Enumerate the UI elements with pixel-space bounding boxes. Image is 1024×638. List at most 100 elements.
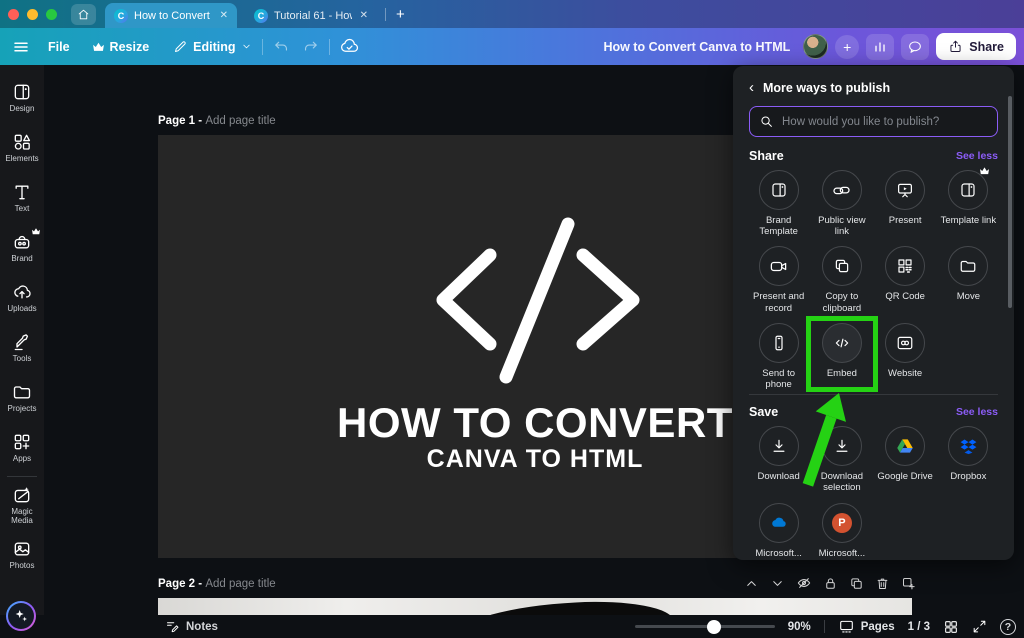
sidebar-item-design[interactable]: Design: [0, 73, 44, 123]
sidebar-item-brand[interactable]: Brand: [0, 223, 44, 273]
publish-search-input[interactable]: [782, 116, 988, 128]
home-icon: [77, 8, 90, 21]
main-menu-button[interactable]: [12, 38, 30, 56]
save-option-download-selection[interactable]: Download selection: [812, 426, 871, 493]
publish-option-brand-template[interactable]: Brand Template: [749, 170, 808, 237]
sidebar-item-magic-media[interactable]: Magic Media: [0, 480, 44, 530]
back-chevron-icon[interactable]: ‹: [749, 80, 754, 95]
publish-option-copy-to-clipboard[interactable]: Copy to clipboard: [812, 246, 871, 313]
lock-page-icon[interactable]: [823, 576, 838, 591]
design-icon: [12, 82, 32, 102]
save-option-download[interactable]: Download: [749, 426, 808, 493]
page2-title-placeholder[interactable]: Add page title: [205, 578, 275, 590]
embed-code-icon: [833, 334, 851, 352]
undo-button[interactable]: [273, 38, 290, 55]
powerpoint-icon: P: [832, 513, 852, 533]
delete-page-icon[interactable]: [875, 576, 890, 591]
move-page-down-icon[interactable]: [770, 576, 785, 591]
zoom-slider[interactable]: [635, 620, 775, 634]
brand-icon: [12, 232, 32, 252]
publish-option-present-and-record[interactable]: Present and record: [749, 246, 808, 313]
close-tab-icon[interactable]: ✕: [358, 10, 368, 21]
share-export-icon: [948, 39, 963, 54]
apps-grid-icon: [12, 432, 32, 452]
minimize-window-button[interactable]: [27, 9, 38, 20]
tab-current-design[interactable]: C How to Convert Ca... ✕: [105, 3, 237, 28]
folder-icon: [959, 257, 977, 275]
hamburger-icon: [12, 38, 30, 56]
page1-title-placeholder[interactable]: Add page title: [205, 115, 275, 127]
zoom-slider-track[interactable]: [635, 625, 775, 628]
duplicate-page-icon[interactable]: [849, 576, 864, 591]
sidebar-item-tools[interactable]: Tools: [0, 323, 44, 373]
editing-mode-dropdown[interactable]: Editing: [173, 39, 251, 54]
resize-button[interactable]: Resize: [92, 40, 150, 54]
notes-button[interactable]: Notes: [165, 619, 218, 634]
redo-icon: [302, 38, 319, 55]
user-avatar[interactable]: [803, 34, 828, 59]
share-button[interactable]: Share: [936, 33, 1016, 60]
close-tab-icon[interactable]: ✕: [218, 10, 228, 21]
sidebar-item-apps[interactable]: Apps: [0, 423, 44, 473]
bar-chart-icon: [872, 39, 888, 55]
document-title[interactable]: How to Convert Canva to HTML: [603, 40, 790, 54]
speech-bubble-icon: [907, 39, 923, 55]
page1-title-row[interactable]: Page 1 - Add page title: [158, 115, 276, 127]
publish-option-present[interactable]: Present: [876, 170, 935, 237]
publish-option-send-to-phone[interactable]: Send to phone: [749, 323, 808, 390]
crown-icon: [31, 227, 41, 235]
sidebar-item-uploads[interactable]: Uploads: [0, 273, 44, 323]
redo-button[interactable]: [302, 38, 319, 55]
help-button[interactable]: ?: [1000, 619, 1016, 635]
editor-toolbar: File Resize Editing How to Convert Canva…: [0, 28, 1024, 65]
hide-page-icon[interactable]: [796, 575, 812, 591]
tab-strip: C How to Convert Ca... ✕ C Tutorial 61 -…: [0, 0, 1024, 28]
tab-tutorial[interactable]: C Tutorial 61 - How t... ✕: [245, 3, 377, 28]
save-see-less-link[interactable]: See less: [956, 406, 998, 418]
grid-view-icon[interactable]: [943, 619, 959, 635]
canva-assistant-button[interactable]: [6, 601, 36, 631]
panel-scrollbar[interactable]: [1008, 96, 1012, 308]
close-window-button[interactable]: [8, 9, 19, 20]
sidebar-item-photos[interactable]: Photos: [0, 530, 44, 580]
photos-icon: [12, 539, 32, 559]
save-option-dropbox[interactable]: Dropbox: [939, 426, 998, 493]
share-see-less-link[interactable]: See less: [956, 150, 998, 162]
save-option-google-drive[interactable]: Google Drive: [876, 426, 935, 493]
publish-option-embed[interactable]: Embed: [812, 323, 871, 390]
sidebar-item-projects[interactable]: Projects: [0, 373, 44, 423]
comments-button[interactable]: [901, 34, 929, 60]
add-page-icon[interactable]: [901, 576, 916, 591]
publish-option-public-view-link[interactable]: Public view link: [812, 170, 871, 237]
file-menu-button[interactable]: File: [48, 40, 70, 54]
home-button[interactable]: [71, 4, 96, 25]
publish-option-website[interactable]: Website: [876, 323, 935, 390]
save-section-header: Save See less: [749, 405, 998, 419]
save-option-microsoft-onedrive[interactable]: Microsoft...: [749, 503, 808, 560]
new-tab-button[interactable]: +: [392, 6, 409, 23]
crown-icon: [979, 166, 990, 175]
bottom-bar-right: 90% Pages 1 / 3 ?: [635, 615, 1016, 638]
zoom-slider-handle[interactable]: [707, 620, 721, 634]
move-page-up-icon[interactable]: [744, 576, 759, 591]
share-options-grid: Brand Template Public view link Present …: [749, 170, 998, 390]
sidebar-item-elements[interactable]: Elements: [0, 123, 44, 173]
more-ways-to-publish-panel: ‹ More ways to publish Share See less Br…: [733, 66, 1014, 560]
save-option-microsoft-powerpoint[interactable]: P Microsoft...: [812, 503, 871, 560]
publish-search-box[interactable]: [749, 106, 998, 137]
page2-title-row[interactable]: Page 2 - Add page title: [158, 578, 276, 590]
pages-view-button[interactable]: Pages: [838, 619, 895, 634]
sidebar-item-text[interactable]: Text: [0, 173, 44, 223]
download-selection-icon: [833, 437, 851, 455]
publish-option-move[interactable]: Move: [939, 246, 998, 313]
publish-option-template-link[interactable]: Template link: [939, 170, 998, 237]
present-icon: [896, 181, 914, 199]
copy-icon: [833, 257, 851, 275]
undo-icon: [273, 38, 290, 55]
invite-member-button[interactable]: +: [835, 35, 859, 59]
fullscreen-icon[interactable]: [972, 619, 987, 634]
design-page-2[interactable]: [158, 598, 912, 615]
insights-button[interactable]: [866, 34, 894, 60]
publish-option-qr-code[interactable]: QR Code: [876, 246, 935, 313]
zoom-window-button[interactable]: [46, 9, 57, 20]
